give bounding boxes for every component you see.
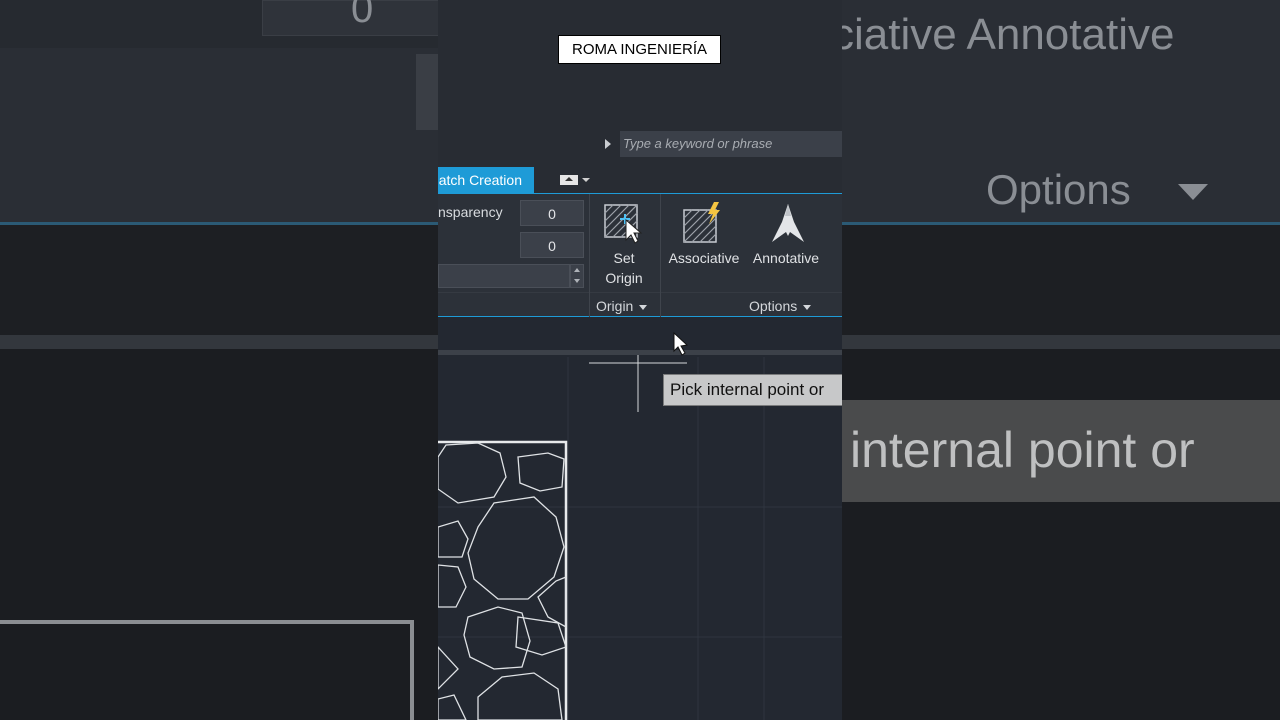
search-expand-icon[interactable] xyxy=(605,139,611,149)
ribbon-minimize-icon xyxy=(560,175,578,185)
tab-hatch-creation[interactable]: atch Creation xyxy=(438,167,534,193)
zoom-options-caret-icon xyxy=(1178,184,1208,200)
zoom-right-dark xyxy=(842,225,1280,335)
watermark-label: ROMA INGENIERÍA xyxy=(558,35,721,64)
transparency-label: nsparency xyxy=(438,204,503,220)
angle-field[interactable]: 0 xyxy=(520,232,584,258)
origin-group-label[interactable]: Origin xyxy=(596,298,648,314)
set-origin-icon xyxy=(604,204,643,244)
chevron-down-icon xyxy=(582,178,590,182)
options-group-text: Options xyxy=(749,298,798,314)
ribbon-group-divider xyxy=(438,292,842,293)
zoom-ruler xyxy=(0,335,438,349)
ribbon-toggle-button[interactable] xyxy=(560,172,594,188)
zoom-ribbon-text: ciative Annotative xyxy=(842,10,1175,59)
command-prompt-tooltip: Pick internal point or xyxy=(663,374,842,406)
zoom-options-text: Options xyxy=(986,166,1131,213)
title-bar: ROMA INGENIERÍA xyxy=(438,0,842,128)
zoom-value-box: 0 xyxy=(262,0,438,36)
chevron-down-icon xyxy=(639,304,648,310)
scale-stepper[interactable] xyxy=(570,264,584,288)
search-input[interactable]: Type a keyword or phrase xyxy=(620,131,842,157)
zoom-spinner xyxy=(416,54,438,130)
set-origin-label-2: Origin xyxy=(605,270,643,286)
scale-field[interactable] xyxy=(438,264,570,288)
associative-label: Associative xyxy=(668,250,740,266)
zoom-value-text: 0 xyxy=(351,0,374,31)
zoom-dark-band xyxy=(0,225,438,335)
set-origin-button[interactable]: Set Origin xyxy=(594,198,654,292)
background-zoom-right: ciative Annotative Options internal poin… xyxy=(842,0,1280,720)
zoom-tooltip: internal point or xyxy=(842,400,1280,502)
annotative-icon xyxy=(772,204,804,242)
cursor-arrow-icon xyxy=(673,331,689,356)
ribbon-panel: nsparency 0 0 Set Origin Origin Associat… xyxy=(438,193,842,318)
annotative-label: Annotative xyxy=(752,250,820,266)
zoom-hatch-boundary xyxy=(0,620,414,720)
ribbon-separator xyxy=(589,194,590,318)
zoom-ribbon xyxy=(0,48,438,224)
options-group-label[interactable]: Options xyxy=(749,298,812,314)
associative-button[interactable]: Associative xyxy=(666,198,742,272)
set-origin-label-1: Set xyxy=(613,250,635,266)
transparency-field[interactable]: 0 xyxy=(520,200,584,226)
origin-group-text: Origin xyxy=(596,298,634,314)
annotative-button[interactable]: Annotative xyxy=(748,198,828,272)
chevron-down-icon xyxy=(803,304,812,310)
associative-icon xyxy=(683,202,720,243)
zoom-right-ruler xyxy=(842,335,1280,349)
autocad-window: ROMA INGENIERÍA Type a keyword or phrase… xyxy=(438,0,842,720)
background-zoom-left: 0 xyxy=(0,0,438,720)
